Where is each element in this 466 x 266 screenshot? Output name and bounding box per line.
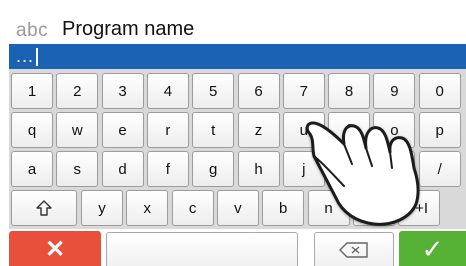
backspace-key[interactable] bbox=[314, 232, 394, 266]
text-input-field[interactable]: ... bbox=[9, 44, 466, 69]
key-z[interactable]: z bbox=[237, 112, 280, 148]
key-4[interactable]: 4 bbox=[146, 73, 189, 109]
key-j[interactable]: j bbox=[282, 151, 325, 187]
key-2[interactable]: 2 bbox=[56, 73, 99, 109]
key-7[interactable]: 7 bbox=[282, 73, 325, 109]
key-h[interactable]: h bbox=[237, 151, 280, 187]
key-t[interactable]: t bbox=[192, 112, 235, 148]
shift-key[interactable] bbox=[11, 190, 77, 226]
key-0[interactable]: 0 bbox=[418, 73, 461, 109]
key-y[interactable]: y bbox=[81, 190, 123, 226]
key-5[interactable]: 5 bbox=[192, 73, 235, 109]
key-u[interactable]: u bbox=[282, 112, 325, 148]
action-bar: ✕ ✓ bbox=[0, 229, 466, 266]
key-w[interactable]: w bbox=[56, 112, 99, 148]
close-icon: ✕ bbox=[44, 236, 66, 263]
key-b[interactable]: b bbox=[262, 190, 305, 226]
key-q[interactable]: q bbox=[11, 112, 53, 148]
cancel-button[interactable]: ✕ bbox=[9, 231, 101, 266]
key-a[interactable]: a bbox=[11, 151, 53, 187]
key-k[interactable]: k bbox=[328, 151, 371, 187]
key-d[interactable]: d bbox=[101, 151, 144, 187]
key-i[interactable]: i bbox=[328, 112, 371, 148]
key-6[interactable]: 6 bbox=[237, 73, 280, 109]
dialog-title: Program name bbox=[62, 18, 195, 40]
key-8[interactable]: 8 bbox=[328, 73, 371, 109]
key-x[interactable]: x bbox=[126, 190, 169, 226]
space-key[interactable] bbox=[106, 232, 298, 266]
key-l[interactable]: l bbox=[373, 151, 416, 187]
key-o[interactable]: o bbox=[373, 112, 416, 148]
virtual-keyboard: 1 2 3 4 5 6 7 8 9 0 q w e r t z u i o p a s d f g h j k l / y x c v b n m -+I bbox=[9, 69, 466, 229]
key-n[interactable]: n bbox=[307, 190, 350, 226]
text-cursor bbox=[36, 48, 38, 66]
key-v[interactable]: v bbox=[216, 190, 259, 226]
key-3[interactable]: 3 bbox=[101, 73, 144, 109]
title-bar: abc Program name bbox=[0, 0, 466, 44]
key-f[interactable]: f bbox=[146, 151, 189, 187]
key-9[interactable]: 9 bbox=[373, 73, 416, 109]
key-/[interactable]: / bbox=[418, 151, 461, 187]
input-type-indicator: abc bbox=[16, 20, 49, 41]
key-c[interactable]: c bbox=[171, 190, 214, 226]
key-e[interactable]: e bbox=[101, 112, 144, 148]
key-r[interactable]: r bbox=[146, 112, 189, 148]
shift-arrow-icon bbox=[36, 200, 52, 216]
confirm-button[interactable]: ✓ bbox=[399, 231, 466, 266]
input-value: ... bbox=[16, 46, 35, 66]
key-p[interactable]: p bbox=[418, 112, 461, 148]
keyboard-dialog: abc Program name ... 1234567890qwertzuio… bbox=[0, 0, 466, 266]
backspace-icon bbox=[339, 242, 368, 258]
key-g[interactable]: g bbox=[192, 151, 235, 187]
key-1[interactable]: 1 bbox=[11, 73, 53, 109]
key--+I[interactable]: -+I bbox=[398, 190, 441, 226]
key-m[interactable]: m bbox=[352, 190, 395, 226]
checkmark-icon: ✓ bbox=[421, 234, 444, 264]
key-s[interactable]: s bbox=[56, 151, 99, 187]
